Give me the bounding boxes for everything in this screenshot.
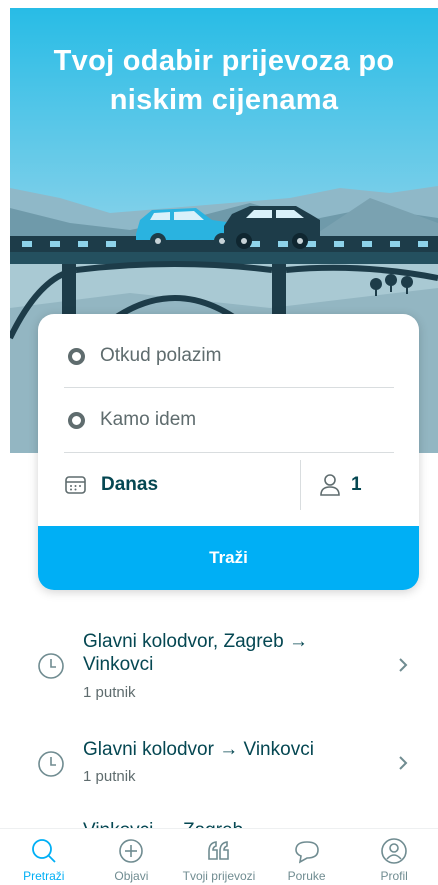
chat-bubble-icon xyxy=(294,841,319,864)
date-field[interactable]: Danas xyxy=(38,454,300,516)
recent-route-line2: Vinkovci xyxy=(83,654,154,675)
recent-route-line1: Glavni kolodvor, Zagreb → xyxy=(83,631,308,652)
tab-label: Profil xyxy=(380,869,408,883)
tab-label: Pretraži xyxy=(23,869,65,883)
search-icon xyxy=(31,839,56,863)
to-placeholder: Kamo idem xyxy=(100,409,197,430)
person-icon xyxy=(320,474,340,496)
tab-messages[interactable]: Poruke xyxy=(263,829,351,885)
bottom-tab-bar: Pretraži Objavi Tvoji prijevozi Poruke P… xyxy=(0,828,438,885)
recent-passengers: 1 putnik xyxy=(83,684,136,701)
tab-publish[interactable]: Objavi xyxy=(88,829,176,885)
recent-route: Glavni kolodvor, Zagreb → Vinkovci xyxy=(83,630,373,676)
hero-title: Tvoj odabir prijevoza po niskim cijenama xyxy=(10,42,438,120)
recent-search-item[interactable]: Glavni kolodvor → Vinkovci 1 putnik xyxy=(0,728,438,798)
destination-circle-icon xyxy=(68,411,85,429)
recent-search-item[interactable]: Glavni kolodvor, Zagreb → Vinkovci 1 put… xyxy=(0,620,438,720)
from-placeholder: Otkud polazim xyxy=(100,345,222,366)
recent-route: Glavni kolodvor → Vinkovci xyxy=(83,739,314,760)
tab-label: Tvoji prijevozi xyxy=(182,869,256,883)
search-button[interactable]: Traži xyxy=(38,526,419,590)
plus-circle-icon xyxy=(119,839,144,863)
passengers-value: 1 xyxy=(351,474,362,495)
recent-passengers: 1 putnik xyxy=(83,768,136,785)
date-value: Danas xyxy=(101,474,159,495)
chevron-right-icon xyxy=(399,658,408,672)
divider xyxy=(64,452,394,453)
clock-icon xyxy=(38,653,64,679)
search-card: Otkud polazim Kamo idem Danas 1 Traži xyxy=(38,314,419,590)
tab-your-rides[interactable]: Tvoji prijevozi xyxy=(175,829,263,885)
hero-title-line1: Tvoj odabir prijevoza po xyxy=(53,45,395,77)
passengers-field[interactable]: 1 xyxy=(301,454,419,516)
tab-label: Poruke xyxy=(287,869,326,883)
origin-circle-icon xyxy=(68,347,85,365)
from-field[interactable]: Otkud polazim xyxy=(38,324,419,388)
quote-icon xyxy=(208,841,229,860)
chevron-right-icon xyxy=(399,756,408,770)
calendar-icon xyxy=(65,476,86,494)
tab-search[interactable]: Pretraži xyxy=(0,829,88,885)
profile-icon xyxy=(381,838,407,864)
tab-label: Objavi xyxy=(114,869,149,883)
to-field[interactable]: Kamo idem xyxy=(38,388,419,452)
hero-title-line2: niskim cijenama xyxy=(109,84,339,116)
clock-icon xyxy=(38,751,64,777)
tab-profile[interactable]: Profil xyxy=(350,829,438,885)
